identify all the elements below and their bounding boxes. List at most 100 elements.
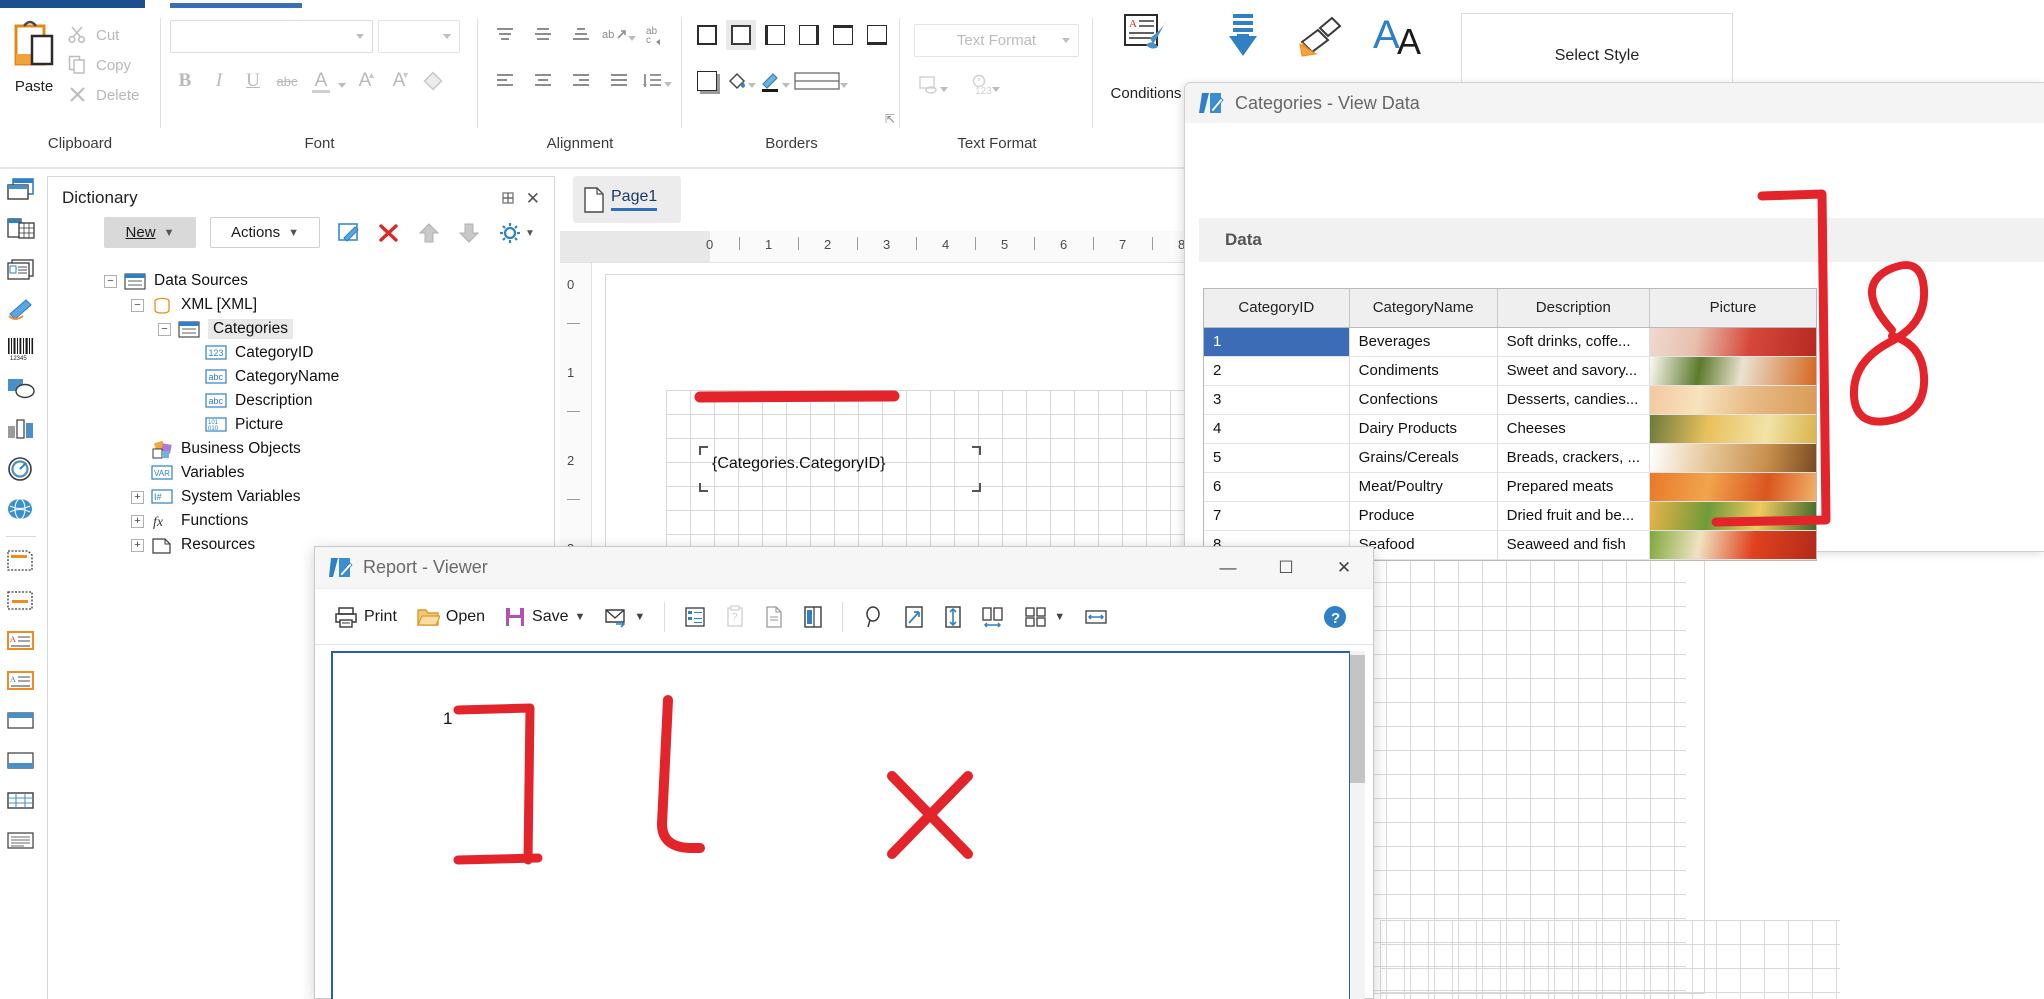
border-left-button[interactable] (760, 20, 790, 50)
barcode-icon[interactable]: 12345 (6, 336, 38, 366)
page-setup-button[interactable] (757, 601, 791, 633)
send-email-button[interactable]: ▼ (597, 602, 652, 632)
resize-handle-tl[interactable] (699, 446, 708, 455)
column-header-description[interactable]: Description (1497, 289, 1650, 328)
resize-handle-tr[interactable] (972, 446, 981, 455)
tree-node-system-variables[interactable]: + I# System Variables (104, 485, 544, 509)
bookmarks-button[interactable] (677, 601, 713, 633)
two-pages-button[interactable] (974, 601, 1012, 633)
arrow-down-icon[interactable] (456, 220, 482, 246)
print-button[interactable]: Print (327, 601, 404, 633)
viewer-scrollbar-thumb[interactable] (1350, 655, 1365, 783)
table-band-icon[interactable] (6, 788, 38, 818)
view-data-table[interactable]: CategoryID CategoryName Description Pict… (1203, 288, 1817, 561)
minimize-button[interactable]: — (1199, 547, 1257, 589)
tree-node-categoryid[interactable]: 123 CategoryID (104, 341, 544, 365)
image-format-button[interactable] (918, 70, 948, 100)
close-button[interactable]: ✕ (1315, 547, 1373, 589)
paste-button[interactable]: Paste (6, 18, 62, 110)
copy-button[interactable]: Copy (68, 52, 131, 78)
align-left-button[interactable] (488, 66, 522, 96)
text-lines-band-icon[interactable] (6, 828, 38, 858)
new-button[interactable]: New ▼ (104, 217, 196, 248)
column-header-picture[interactable]: Picture (1649, 289, 1816, 328)
border-bottom-button[interactable] (862, 20, 892, 50)
chart-icon[interactable] (6, 416, 38, 446)
panel-icon[interactable] (6, 176, 38, 206)
table-row[interactable]: 7 Produce Dried fruit and be... (1204, 501, 1816, 531)
group-header-band-icon[interactable] (6, 708, 38, 738)
pin-icon[interactable] (500, 190, 516, 206)
align-bottom-button[interactable] (564, 20, 598, 50)
close-icon[interactable]: ✕ (526, 189, 540, 209)
textbox-component[interactable]: {Categories.CategoryID} (699, 446, 981, 492)
strikeout-button[interactable]: abc (272, 66, 302, 96)
resize-handle-br[interactable] (972, 483, 981, 492)
table-row[interactable]: 3 Confections Desserts, candies... (1204, 385, 1816, 415)
font-name-combo[interactable] (170, 20, 373, 53)
tree-node-categoryname[interactable]: abc CategoryName (104, 365, 544, 389)
map-globe-icon[interactable] (6, 496, 38, 526)
help-button[interactable]: ? (1315, 600, 1355, 634)
border-color-button[interactable] (760, 66, 790, 96)
justify-button[interactable] (602, 66, 636, 96)
tree-node-data-sources[interactable]: − Data Sources (104, 269, 544, 293)
borders-dialog-launcher-icon[interactable]: ⇱ (885, 112, 895, 126)
ribbon-tab-active-marker[interactable] (0, 0, 145, 8)
font-color-button[interactable]: A (306, 66, 336, 96)
expand-icon[interactable]: + (131, 490, 144, 504)
underline-button[interactable]: U (238, 66, 268, 96)
parameters-button[interactable]: ? (718, 601, 752, 633)
shrink-font-button[interactable]: A ▼ (384, 66, 414, 96)
tree-node-variables[interactable]: VAR Variables (104, 461, 544, 485)
border-all-button[interactable] (692, 20, 722, 50)
delete-button[interactable]: Delete (68, 82, 139, 108)
collapse-icon[interactable]: − (104, 274, 117, 288)
tree-node-picture[interactable]: 101 010 Picture (104, 413, 544, 437)
border-style-button[interactable] (794, 66, 848, 96)
tree-node-business-objects[interactable]: Business Objects (104, 437, 544, 461)
table-row[interactable]: 6 Meat/Poultry Prepared meats (1204, 472, 1816, 502)
multiple-pages-button[interactable]: ▼ (1017, 601, 1072, 633)
table-row[interactable]: 2 Condiments Sweet and savory... (1204, 356, 1816, 386)
card-icon[interactable] (6, 256, 38, 286)
edit-icon[interactable] (336, 220, 362, 246)
page-tab-page1[interactable]: Page1 (573, 176, 681, 223)
header-band-icon[interactable]: A (6, 628, 38, 658)
resize-handle-bl[interactable] (699, 483, 708, 492)
wrap-text-button[interactable]: ab c (640, 20, 674, 50)
conditions-button[interactable]: A Conditions (1100, 6, 1192, 110)
actions-button[interactable]: Actions ▼ (210, 217, 320, 248)
chevron-down-icon[interactable] (338, 82, 346, 88)
collapse-icon[interactable]: − (158, 322, 171, 336)
table-row[interactable]: 4 Dairy Products Cheeses (1204, 414, 1816, 444)
fill-color-button[interactable] (726, 66, 756, 96)
text-direction-button[interactable]: ab (602, 20, 636, 50)
viewer-titlebar[interactable]: Report - Viewer — ☐ ✕ (315, 547, 1373, 589)
line-spacing-button[interactable] (640, 66, 674, 96)
group-footer-band-icon[interactable] (6, 748, 38, 778)
column-header-categoryname[interactable]: CategoryName (1349, 289, 1498, 328)
delete-icon[interactable] (376, 220, 402, 246)
tree-node-categories[interactable]: − Categories (104, 317, 544, 341)
zoom-one-page-button[interactable] (937, 601, 969, 633)
border-none-button[interactable] (726, 20, 756, 50)
tree-node-functions[interactable]: + fx Functions (104, 509, 544, 533)
bold-button[interactable]: B (170, 66, 200, 96)
table-row[interactable]: 1 Beverages Soft drinks, coffe... (1204, 327, 1816, 357)
tree-node-xml-xml-[interactable]: − XML [XML] (104, 293, 544, 317)
grow-font-button[interactable]: A ▲ (350, 66, 380, 96)
border-right-button[interactable] (794, 20, 824, 50)
view-data-titlebar[interactable]: Categories - View Data (1185, 83, 2044, 123)
column-header-categoryid[interactable]: CategoryID (1204, 289, 1350, 328)
arrow-up-icon[interactable] (416, 220, 442, 246)
align-right-button[interactable] (564, 66, 598, 96)
fit-width-button[interactable] (1077, 603, 1115, 631)
pencil-shape-icon[interactable] (6, 296, 38, 326)
maximize-button[interactable]: ☐ (1257, 547, 1315, 589)
cut-button[interactable]: Cut (68, 22, 119, 48)
ribbon-tab-secondary-marker[interactable] (170, 3, 302, 8)
clear-format-button[interactable] (418, 66, 448, 96)
gear-icon[interactable]: ▼ (496, 220, 538, 246)
viewer-page-surface[interactable]: 1 (331, 651, 1351, 999)
